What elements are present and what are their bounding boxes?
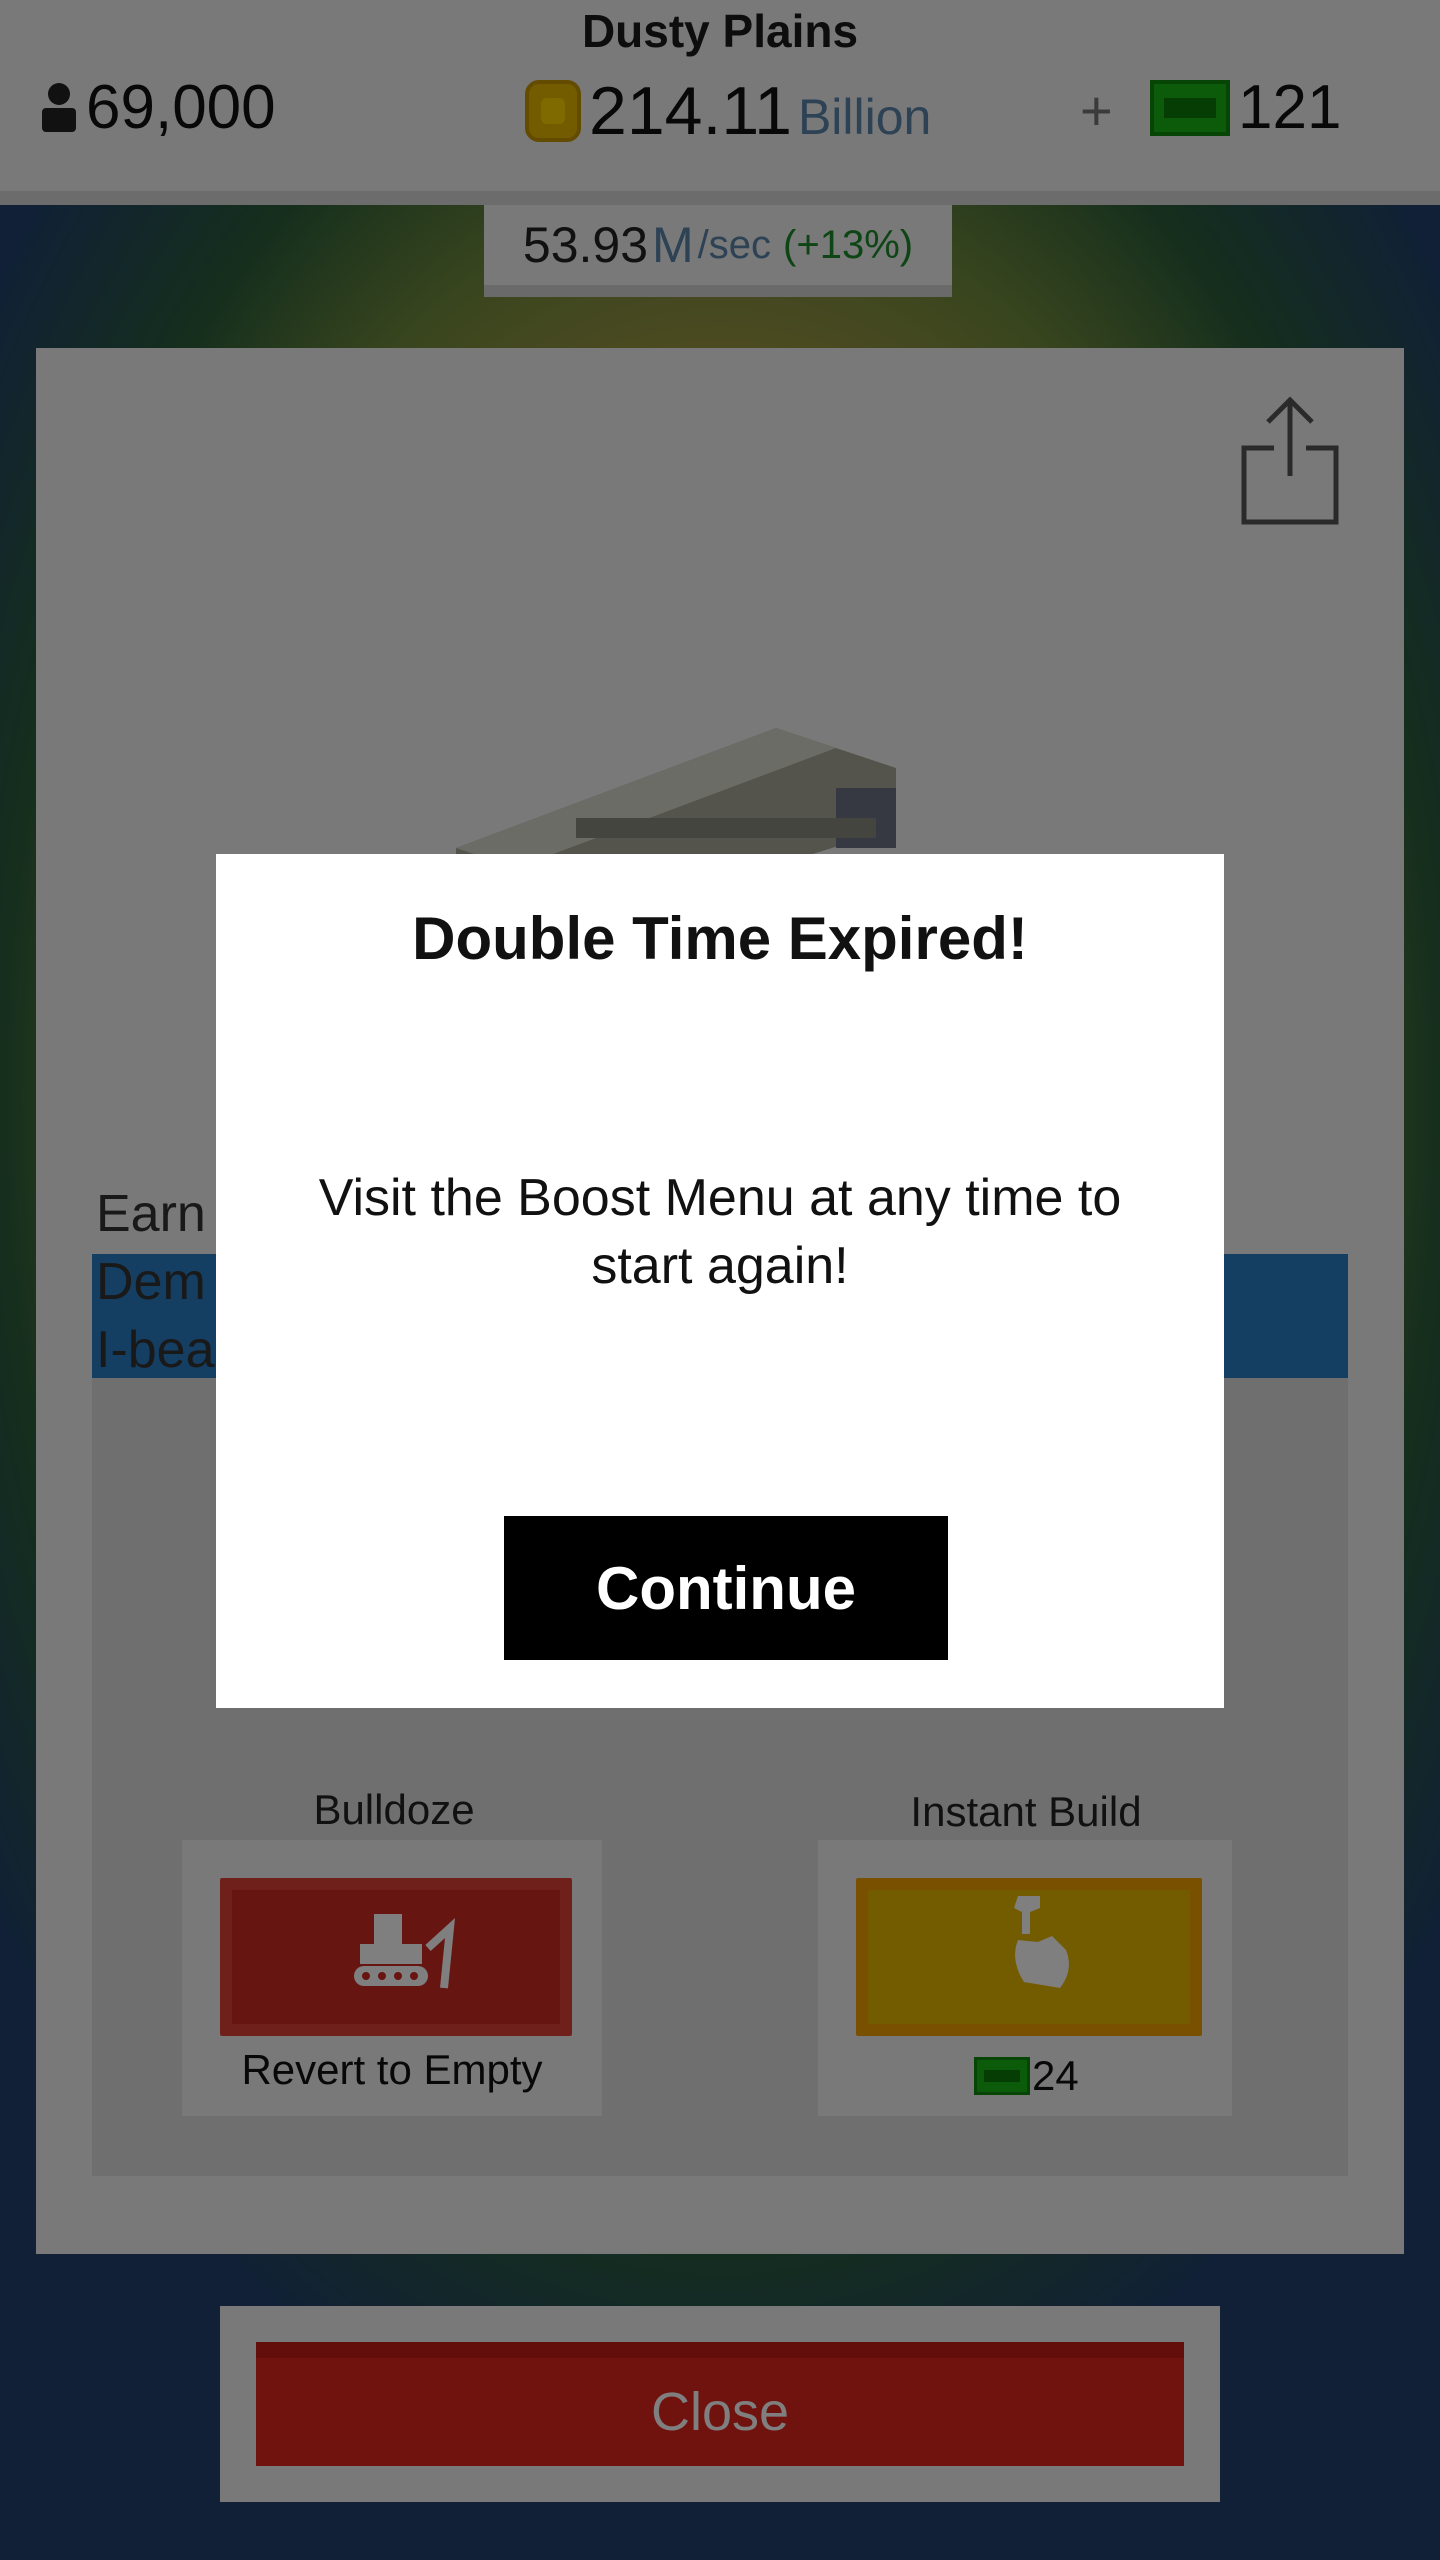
dialog-title: Double Time Expired! <box>412 905 1028 972</box>
dialog-message: Visit the Boost Menu at any time to star… <box>318 1169 1122 1295</box>
double-time-expired-dialog: Double Time Expired! Visit the Boost Men… <box>216 854 1224 1708</box>
continue-button[interactable]: Continue <box>504 1516 948 1660</box>
